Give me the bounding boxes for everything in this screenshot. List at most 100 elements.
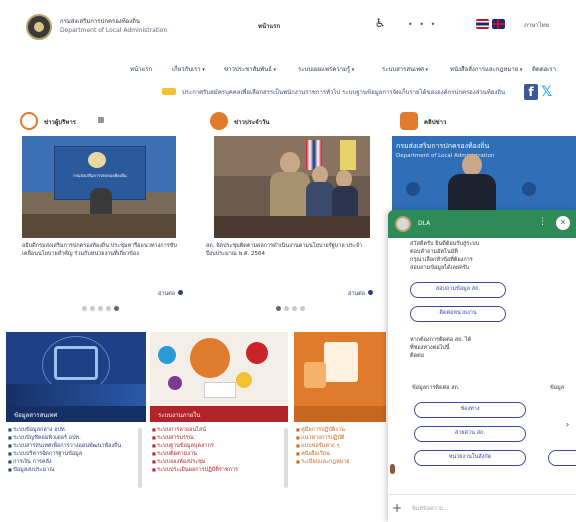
read-more-arrow-icon[interactable] [178,290,183,295]
org-name-english: Department of Local Administration [60,27,168,34]
chat-line: ที่ช่องทางต่อไปนี้ [410,345,450,351]
list-item[interactable]: หนังสือเวียน [296,450,386,458]
chat-option-button[interactable]: สอบถามข้อมูล สถ. [410,282,506,298]
tile-documents-banner[interactable] [294,332,386,422]
accessibility-icon[interactable]: ♿ [373,16,387,30]
more-options-icon[interactable]: ⋮ [538,217,547,227]
carousel-dot[interactable] [90,306,95,311]
thai-flag-icon[interactable] [476,19,489,29]
nav-item-contact[interactable]: ติดต่อเรา [532,64,556,74]
facebook-icon[interactable]: f [524,84,538,100]
org-logo[interactable] [26,14,52,40]
list-item[interactable]: ระบบติดตามงาน [152,450,284,458]
chat-option-button[interactable]: หน่วยงานในสังกัด [414,450,526,466]
chat-message-input[interactable]: พิมพ์ข้อความ... [412,505,449,513]
video-icon [400,112,418,130]
executive-news-photo[interactable]: กรมส่งเสริมการปกครองท้องถิ่น [22,136,176,238]
video-clip-thumbnail[interactable]: กรมส่งเสริมการปกครองท้องถิ่น Department … [392,136,576,212]
carousel-dot[interactable] [284,306,289,311]
list-item[interactable]: การเงิน การคลัง [8,458,144,466]
english-flag-icon[interactable] [492,19,505,29]
chat-line: กรุณาเลือกหัวข้อที่ต้องการ [410,257,473,263]
chat-option-button-partial[interactable] [548,450,576,466]
list-item[interactable]: ระบบการลาออนไลน์ [152,426,284,434]
twitter-icon[interactable]: 𝕏 [541,84,557,100]
chat-option-button[interactable]: สายด่วน สถ. [414,426,526,442]
close-icon[interactable]: ✕ [556,216,570,230]
list-item[interactable]: ข้อมูลงบประมาณ [8,466,144,474]
list-item[interactable]: ระบบข้อมูลกลาง อปท. [8,426,144,434]
executive-news-caption[interactable]: อธิบดีกรมส่งเสริมการปกครองท้องถิ่น ประชุ… [22,242,182,258]
chat-logo [395,216,411,232]
photo-sign-text: กรมส่งเสริมการปกครองท้องถิ่น [73,173,127,178]
ticker-text[interactable]: ประกาศรับสมัครบุคคลเพื่อเลือกสรรเป็นพนัก… [182,87,512,97]
chat-intro-message: สวัสดีครับ ยินดีต้อนรับสู่ระบบ ตอบคำถามอ… [410,240,479,272]
nav-item-home[interactable]: หน้าแรก [130,64,152,74]
list-item[interactable]: ระบบสารบรรณ [152,434,284,442]
nav-item-laws[interactable]: หนังสือสั่งการและกฎหมาย [450,64,522,74]
daily-news-photo[interactable] [214,136,370,238]
chat-contact-message: หากต้องการติดต่อ สถ. ได้ ที่ช่องทางต่อไป… [410,336,471,360]
daily-news-caption[interactable]: สถ. จัดประชุมติดตามผลการดำเนินงานตามนโยบ… [206,242,372,258]
daily-news-read-more[interactable]: อ่านต่อ [348,290,365,298]
chat-widget: DLA ⋮ ✕ สวัสดีครับ ยินดีต้อนรับสู่ระบบ ต… [388,210,576,522]
tile-internal-system-title: ระบบงานภายใน [158,412,201,419]
carousel-dot[interactable] [300,306,305,311]
header-home-link[interactable]: หน้าแรก [258,21,280,31]
read-more-arrow-icon[interactable] [368,290,373,295]
nav-item-knowledge[interactable]: ระบบเผยแพร่ความรู้ [298,64,354,74]
document-icon [20,112,38,130]
nav-item-info-system[interactable]: ระบบสารสนเทศ [382,64,428,74]
list-item[interactable]: แนวทางการปฏิบัติ [296,434,386,442]
list-item[interactable]: ระบบจองห้องประชุม [152,458,284,466]
chat-line: ติดต่อ [410,353,425,359]
list-item[interactable]: ระเบียบและกฎหมาย [296,458,386,466]
tile-info-system-list: ระบบข้อมูลกลาง อปท. ระบบบัญชีคอมพิวเตอร์… [8,426,144,474]
list-item[interactable]: ระบบสารสนเทศเพื่อการวางแผนพัฒนาท้องถิ่น [8,442,144,450]
list-item[interactable]: ระบบประเมินผลการปฏิบัติราชการ [152,466,284,474]
executive-news-read-more[interactable]: อ่านต่อ [158,290,175,298]
list-item[interactable]: คู่มือการปฏิบัติงาน [296,426,386,434]
list-item[interactable]: ระบบบริหารจัดการฐานข้อมูล [8,450,144,458]
tile-documents-list: คู่มือการปฏิบัติงาน แนวทางการปฏิบัติ แบบ… [296,426,386,466]
main-nav: หน้าแรก เกี่ยวกับเรา ข่าวประชาสัมพันธ์ ร… [120,64,572,78]
nav-item-news[interactable]: ข่าวประชาสัมพันธ์ [224,64,276,74]
chat-line: หากต้องการติดต่อ สถ. ได้ [410,337,472,343]
scrollbar[interactable] [138,428,142,488]
chat-header[interactable]: DLA ⋮ ✕ [388,210,576,238]
section-title-daily-news: ข่าวประจำวัน [234,119,270,126]
chevron-right-icon[interactable]: › [566,420,569,429]
chat-line: สอบถามข้อมูลได้เลยครับ [410,265,470,271]
carousel-dot-active[interactable] [114,306,119,311]
chat-option-button[interactable]: ติดต่อหน่วยงาน [410,306,506,322]
grid-icon[interactable] [98,117,104,123]
megaphone-icon [210,112,228,130]
carousel-dot[interactable] [292,306,297,311]
carousel-dot[interactable] [82,306,87,311]
language-label[interactable]: ภาษาไทย [524,20,549,30]
tile-internal-system-banner[interactable]: ระบบงานภายใน [150,332,288,422]
chat-section-label-2: ข้อมูล [550,385,565,391]
news-ticker[interactable]: ประกาศรับสมัครบุคคลเพื่อเลือกสรรเป็นพนัก… [162,86,514,98]
chat-line: ตอบคำถามอัตโนมัติ [410,249,458,255]
carousel-dot-active[interactable] [276,306,281,311]
font-size-dots[interactable]: • • • [408,20,437,29]
tile-internal-system-list: ระบบการลาออนไลน์ ระบบสารบรรณ ระบบฐานข้อม… [152,426,284,474]
list-item[interactable]: ระบบฐานข้อมูลบุคลากร [152,442,284,450]
ticker-badge [162,88,176,95]
plus-icon[interactable]: + [392,501,402,515]
carousel-dot[interactable] [106,306,111,311]
chat-option-button[interactable]: ช่องทาง [414,402,526,418]
video-banner-thai: กรมส่งเสริมการปกครองท้องถิ่น [396,142,490,150]
section-title-executive-news: ข่าวผู้บริหาร [44,119,76,126]
scrollbar[interactable] [284,428,288,488]
tile-info-system-title: ข้อมูลสารสนเทศ [14,412,58,419]
list-item[interactable]: แบบฟอร์มต่าง ๆ [296,442,386,450]
carousel-dot[interactable] [98,306,103,311]
section-title-video-clips: คลิปข่าว [424,119,447,126]
list-item[interactable]: ระบบบัญชีคอมพิวเตอร์ อปท. [8,434,144,442]
tile-info-system-banner[interactable]: ข้อมูลสารสนเทศ [6,332,146,422]
chat-line: สวัสดีครับ ยินดีต้อนรับสู่ระบบ [410,241,480,247]
nav-item-about[interactable]: เกี่ยวกับเรา [172,64,205,74]
chat-title: DLA [418,220,431,227]
